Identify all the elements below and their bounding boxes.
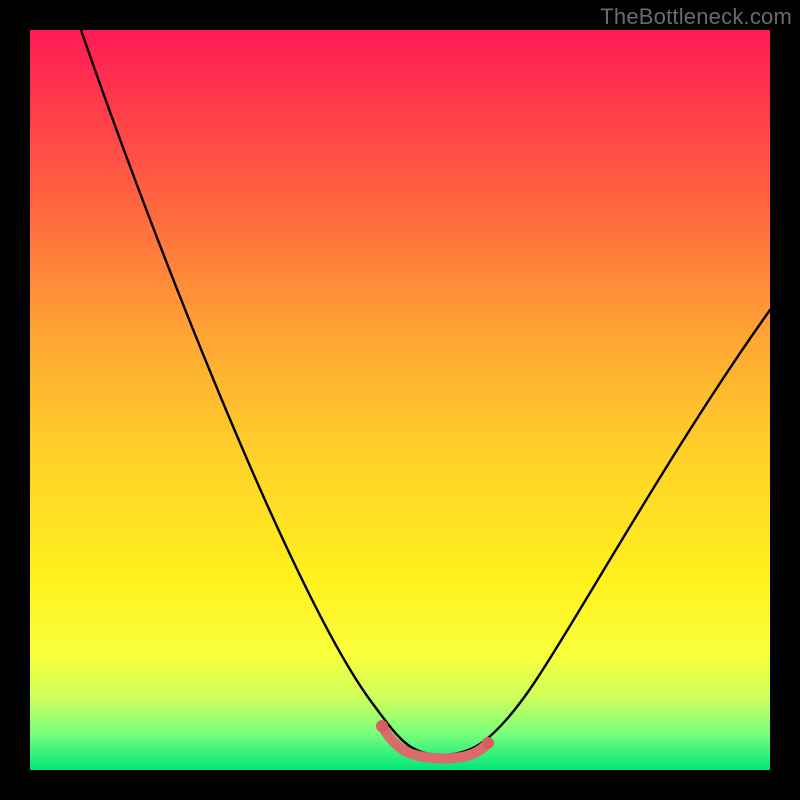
minimum-band: [382, 726, 488, 758]
chart-svg: [30, 30, 770, 770]
minimum-band-start-dot: [376, 720, 388, 732]
chart-frame: TheBottleneck.com: [0, 0, 800, 800]
minimum-band-end-dot: [482, 737, 494, 749]
watermark-text: TheBottleneck.com: [600, 4, 792, 30]
bottleneck-curve: [81, 30, 770, 755]
chart-plot-area: [30, 30, 770, 770]
